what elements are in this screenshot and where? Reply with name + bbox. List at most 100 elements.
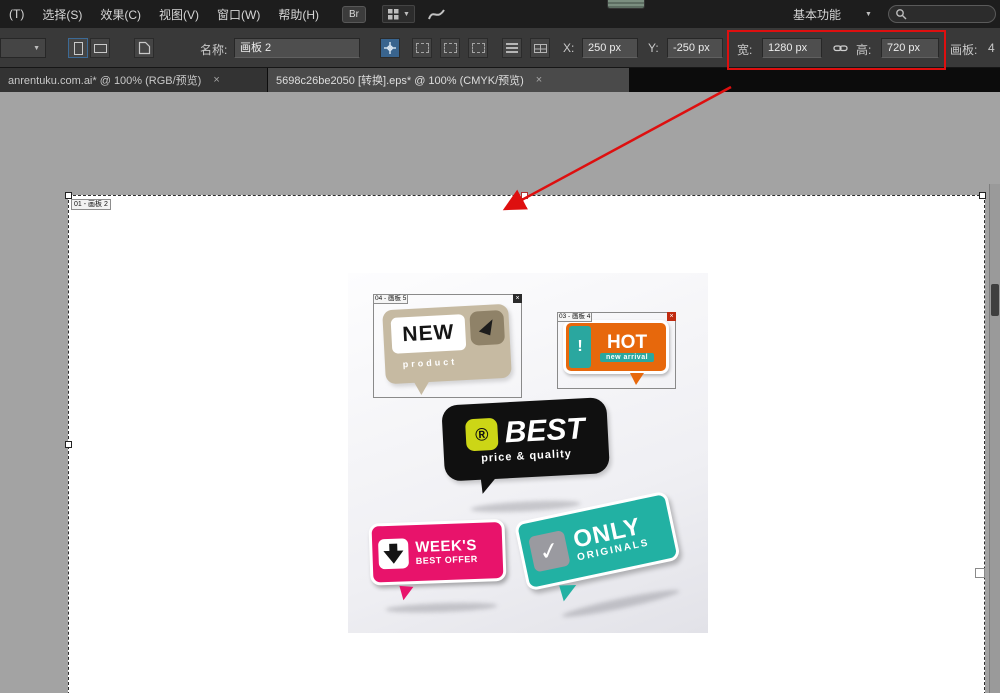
bridge-button[interactable]: Br bbox=[342, 5, 366, 23]
app-frame-widget bbox=[607, 0, 645, 9]
height-label: 高: bbox=[856, 43, 872, 57]
sub-artboard-tag: 03 - 画板 4 bbox=[557, 312, 593, 322]
crosshair-icon bbox=[384, 42, 396, 54]
chevron-down-icon: ▼ bbox=[865, 10, 872, 18]
menu-select[interactable]: 选择(S) bbox=[33, 6, 91, 23]
graphic-style-button[interactable] bbox=[427, 6, 447, 22]
sticker-best-subtitle: price & quality bbox=[480, 447, 573, 465]
height-field[interactable]: 720 px bbox=[881, 38, 939, 58]
drop-shadow bbox=[561, 586, 681, 621]
artboard-options-icon bbox=[533, 43, 547, 53]
artboards-label: 画板: bbox=[950, 43, 978, 57]
tab-document-1[interactable]: anrentuku.com.ai* @ 100% (RGB/预览) × bbox=[0, 68, 268, 92]
check-badge: ✓ bbox=[527, 529, 571, 573]
cursor-icon bbox=[478, 316, 496, 336]
speech-tail bbox=[413, 380, 431, 396]
speech-tail bbox=[478, 474, 498, 496]
tab-label: 5698c26be2050 [转换].eps* @ 100% (CMYK/预览) bbox=[276, 75, 524, 87]
workspace-switcher[interactable]: 基本功能 ▼ bbox=[793, 5, 872, 23]
canvas-area[interactable]: 01 - 画板 2 04 - 画板 5 × NEW product 03 - 画… bbox=[0, 92, 1000, 693]
search-icon bbox=[896, 9, 907, 20]
sticker-best: ® BEST price & quality bbox=[441, 396, 622, 515]
center-mark-icon bbox=[415, 43, 429, 53]
tab-document-2[interactable]: 5698c26be2050 [转换].eps* @ 100% (CMYK/预览)… bbox=[268, 68, 630, 92]
artboard-name-tag: 01 - 画板 2 bbox=[71, 199, 111, 210]
sticker-new-product: NEW product bbox=[382, 303, 512, 385]
new-artboard-button[interactable] bbox=[134, 38, 154, 58]
close-icon[interactable]: × bbox=[536, 74, 542, 86]
search-input[interactable] bbox=[888, 5, 996, 23]
sub-artboard-new[interactable]: 04 - 画板 5 × NEW product bbox=[373, 294, 522, 398]
show-safe-areas-button[interactable] bbox=[468, 38, 488, 58]
show-cross-hairs-button[interactable] bbox=[440, 38, 460, 58]
menu-bar: (T) 选择(S) 效果(C) 视图(V) 窗口(W) 帮助(H) Br ▼ 基… bbox=[0, 0, 1000, 28]
move-artwork-icon bbox=[506, 43, 518, 53]
sticker-hot: ! HOT new arrival bbox=[563, 320, 669, 374]
sticker-weeks-subtitle: BEST OFFER bbox=[415, 553, 478, 567]
down-arrow-badge bbox=[377, 538, 410, 570]
brush-squiggle-icon bbox=[427, 9, 445, 20]
speech-tail bbox=[398, 585, 414, 601]
portrait-orientation-button[interactable] bbox=[68, 38, 88, 58]
grid-icon bbox=[388, 8, 399, 19]
resize-handle-top-right[interactable] bbox=[979, 192, 986, 199]
menu-type[interactable]: (T) bbox=[0, 7, 33, 21]
artboards-count: 4 bbox=[988, 41, 995, 55]
menu-effect[interactable]: 效果(C) bbox=[91, 6, 150, 23]
close-icon[interactable]: × bbox=[213, 74, 219, 86]
resize-handle-left-center[interactable] bbox=[65, 441, 72, 448]
sub-artboard-hot[interactable]: 03 - 画板 4 × ! HOT new arrival bbox=[557, 312, 676, 389]
link-chain-icon bbox=[832, 45, 848, 52]
speech-tail bbox=[559, 584, 577, 602]
show-center-mark-button[interactable] bbox=[412, 38, 432, 58]
document-tab-bar: anrentuku.com.ai* @ 100% (RGB/预览) × 5698… bbox=[0, 68, 1000, 92]
tab-label: anrentuku.com.ai* @ 100% (RGB/预览) bbox=[8, 75, 202, 87]
new-page-icon bbox=[138, 41, 150, 55]
sticker-new-subtitle: product bbox=[402, 356, 458, 370]
artboard-options-button[interactable] bbox=[530, 38, 550, 58]
landscape-orientation-button[interactable] bbox=[90, 38, 110, 58]
menu-view[interactable]: 视图(V) bbox=[150, 6, 208, 23]
sticker-new-title: NEW bbox=[390, 314, 467, 354]
y-position-field[interactable]: -250 px bbox=[667, 38, 723, 58]
safe-area-icon bbox=[471, 43, 485, 53]
name-label: 名称: bbox=[200, 43, 228, 57]
artboard-name-field[interactable]: 画板 2 bbox=[234, 38, 360, 58]
x-position-field[interactable]: 250 px bbox=[582, 38, 638, 58]
artboard[interactable]: 01 - 画板 2 04 - 画板 5 × NEW product 03 - 画… bbox=[65, 192, 986, 693]
scrollbar-thumb[interactable] bbox=[991, 284, 999, 316]
resize-handle-top-center[interactable] bbox=[521, 192, 528, 199]
sticker-weeks: WEEK'S BEST OFFER bbox=[368, 518, 521, 615]
artwork-image[interactable]: 04 - 画板 5 × NEW product 03 - 画板 4 × ! HO… bbox=[348, 273, 708, 633]
y-label: Y: bbox=[648, 41, 659, 55]
arrange-documents-button[interactable]: ▼ bbox=[382, 5, 415, 23]
sticker-best-title: BEST bbox=[503, 412, 586, 450]
width-label: 宽: bbox=[737, 43, 753, 57]
registered-badge: ® bbox=[464, 417, 499, 452]
sub-artboard-tag: 04 - 画板 5 bbox=[373, 294, 409, 304]
resize-handle-right[interactable] bbox=[975, 568, 985, 578]
chevron-down-icon: ▼ bbox=[403, 10, 410, 18]
close-icon[interactable]: × bbox=[513, 294, 522, 303]
sticker-hot-title: HOT bbox=[606, 331, 648, 353]
close-icon[interactable]: × bbox=[667, 312, 676, 321]
x-label: X: bbox=[563, 41, 575, 55]
workspace-label: 基本功能 bbox=[793, 7, 842, 22]
constrain-proportions-button[interactable] bbox=[830, 38, 850, 58]
width-field[interactable]: 1280 px bbox=[762, 38, 822, 58]
cursor-badge bbox=[469, 310, 506, 346]
landscape-icon bbox=[93, 43, 107, 53]
artboard-options-bar: ▼ 名称: 画板 2 X: 250 px Y: -250 px 宽: 1280 … bbox=[0, 28, 1000, 68]
resize-handle-top-left[interactable] bbox=[65, 192, 72, 199]
portrait-icon bbox=[73, 41, 83, 55]
vertical-scrollbar[interactable] bbox=[989, 184, 1000, 693]
menu-help[interactable]: 帮助(H) bbox=[269, 6, 328, 23]
move-artwork-button[interactable] bbox=[502, 38, 522, 58]
drop-shadow bbox=[385, 601, 498, 615]
chevron-down-icon: ▼ bbox=[33, 44, 40, 52]
reference-point-button[interactable] bbox=[380, 38, 400, 58]
menu-window[interactable]: 窗口(W) bbox=[208, 6, 269, 23]
illustrator-window: { "menubar": { "items": ["(T)", "选择(S)",… bbox=[0, 0, 1000, 693]
artboard-preset-dropdown[interactable]: ▼ bbox=[0, 38, 46, 58]
sticker-hot-subtitle: new arrival bbox=[599, 352, 655, 362]
